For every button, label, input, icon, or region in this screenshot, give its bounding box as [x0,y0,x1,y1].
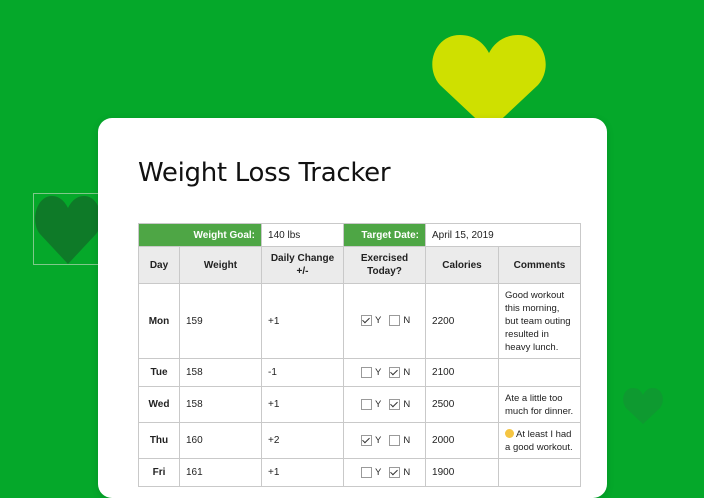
column-header-exercised: Exercised Today? [343,246,427,284]
table-row: Wed 158 +1 Y N 2500 Ate a little too much for … [138,386,582,423]
table-body: Mon 159 +1 Y N 2200 Good workout this morning,… [138,283,582,487]
day-cell: Tue [138,358,180,387]
checkbox-no[interactable] [389,398,401,410]
goal-row: Weight Goal: 140 lbs Target Date: April … [137,223,582,247]
no-label: N [403,315,411,327]
table-row: Fri 161 +1 Y N 1900 [138,458,582,487]
calories-cell[interactable]: 1900 [425,458,500,487]
checkbox-yes[interactable] [361,434,373,446]
checkbox-no[interactable] [389,366,401,378]
header-row: Day Weight Daily Change +/- Exercised To… [138,246,582,284]
change-cell[interactable]: +1 [261,386,345,423]
weight-tracker-table: Weight Goal: 140 lbs Target Date: April … [137,223,582,487]
yes-label: Y [375,466,382,478]
yes-label: Y [375,434,382,446]
page-title: Weight Loss Tracker [138,158,391,188]
target-date-label: Target Date: [343,223,427,247]
exercised-cell: YN [343,458,427,487]
comment-text: Ate a little too much for dinner. [505,392,574,417]
column-header-daily-change: Daily Change +/- [261,246,345,284]
day-cell: Mon [138,283,180,359]
change-cell[interactable]: -1 [261,358,345,387]
change-cell[interactable]: +1 [261,283,345,359]
comment-cell[interactable]: At least I had a good workout. [498,422,582,459]
comment-cell[interactable] [498,358,582,387]
no-label: N [403,466,411,478]
weight-cell[interactable]: 161 [178,458,263,487]
checkbox-yes[interactable] [361,315,373,327]
checkbox-no[interactable] [389,466,401,478]
yes-label: Y [375,366,382,378]
tracker-card: Weight Loss Tracker Weight Goal: 140 lbs… [98,118,607,498]
weight-cell[interactable]: 158 [178,358,263,387]
checkbox-no[interactable] [389,434,401,446]
day-cell: Fri [138,458,180,487]
column-header-day: Day [138,246,180,284]
grin-emoji-icon [505,429,515,439]
table-row: Thu 160 +2 Y N 2000 At least I had a good work… [138,422,582,459]
checkbox-no[interactable] [389,315,401,327]
no-label: N [403,398,411,410]
day-cell: Thu [138,422,180,459]
small-heart-icon [623,388,663,424]
change-cell[interactable]: +1 [261,458,345,487]
table-row: Tue 158 -1 Y N 2100 [138,358,582,387]
exercised-cell: YN [343,386,427,423]
target-date-value[interactable]: April 15, 2019 [425,223,582,247]
weight-cell[interactable]: 158 [178,386,263,423]
checkbox-yes[interactable] [361,398,373,410]
column-header-weight: Weight [178,246,263,284]
comment-text: Good workout this morning, but team outi… [505,289,571,353]
exercised-cell: YN [343,422,427,459]
no-label: N [403,434,411,446]
calories-cell[interactable]: 2000 [425,422,500,459]
column-header-comments: Comments [498,246,582,284]
comment-cell[interactable] [498,458,582,487]
exercised-cell: YN [343,358,427,387]
yes-label: Y [375,315,382,327]
comment-cell[interactable]: Good workout this morning, but team outi… [498,283,582,359]
checkbox-yes[interactable] [361,366,373,378]
weight-cell[interactable]: 159 [178,283,263,359]
comment-text: At least I had a good workout. [505,428,573,453]
yes-label: Y [375,398,382,410]
change-cell[interactable]: +2 [261,422,345,459]
calories-cell[interactable]: 2100 [425,358,500,387]
calories-cell[interactable]: 2200 [425,283,500,359]
no-label: N [403,366,411,378]
calories-cell[interactable]: 2500 [425,386,500,423]
dark-heart-icon [35,196,101,264]
checkbox-yes[interactable] [361,466,373,478]
exercised-cell: YN [343,283,427,359]
comment-cell[interactable]: Ate a little too much for dinner. [498,386,582,423]
weight-cell[interactable]: 160 [178,422,263,459]
weight-goal-label: Weight Goal: [137,223,263,247]
weight-goal-value[interactable]: 140 lbs [261,223,345,247]
day-cell: Wed [138,386,180,423]
column-header-calories: Calories [425,246,500,284]
table-row: Mon 159 +1 Y N 2200 Good workout this morning,… [138,283,582,359]
